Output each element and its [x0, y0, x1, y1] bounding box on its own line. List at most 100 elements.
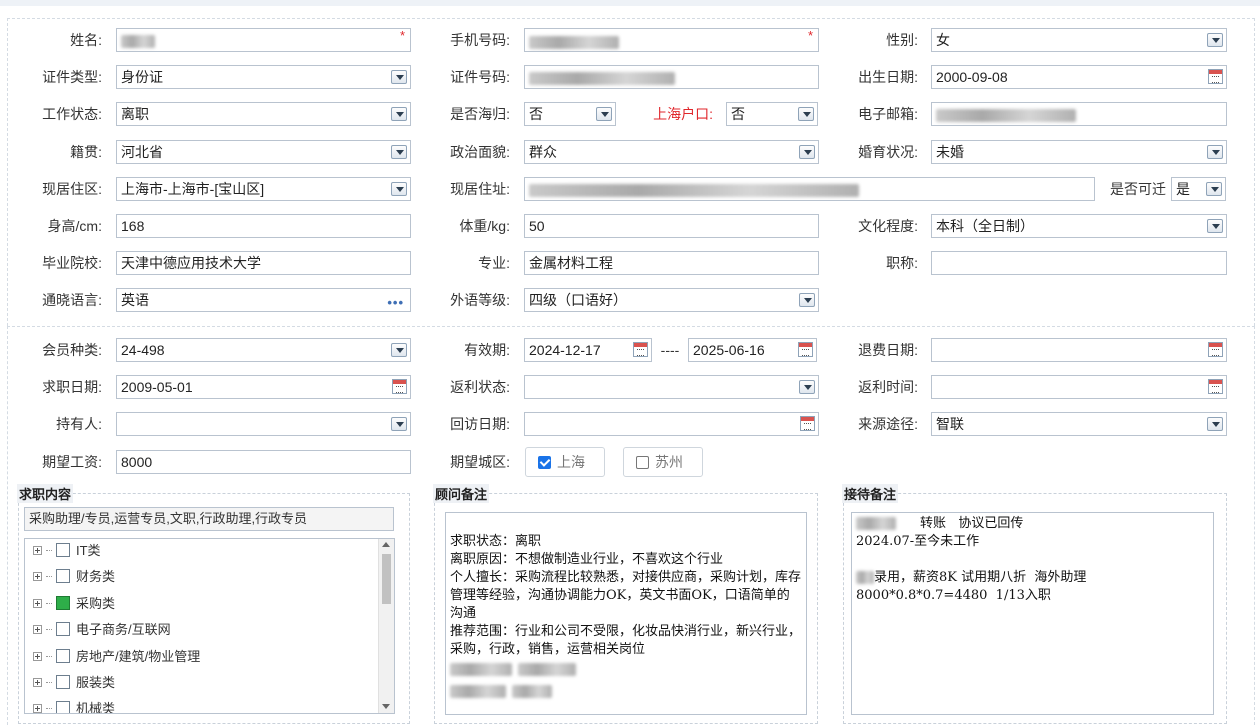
weight-input[interactable]: 50: [524, 214, 819, 238]
advisor-notes-textarea[interactable]: 求职状态：离职 离职原因：不想做制造业行业，不喜欢这个行业 个人擅长：采购流程比…: [445, 512, 807, 715]
chevron-down-icon[interactable]: [391, 145, 407, 159]
expand-icon[interactable]: [33, 625, 42, 634]
holder-select[interactable]: [116, 412, 411, 436]
chevron-down-icon[interactable]: [1207, 417, 1223, 431]
rebate-time-input[interactable]: [931, 375, 1227, 399]
calendar-icon[interactable]: [392, 379, 407, 394]
chevron-down-icon[interactable]: [391, 343, 407, 357]
city-option-shanghai[interactable]: 上海: [525, 447, 605, 477]
refund-date-input[interactable]: [931, 338, 1227, 362]
chevron-down-icon[interactable]: [1206, 182, 1222, 196]
id-number-input[interactable]: ████████████████: [524, 65, 819, 89]
native-place-select[interactable]: 河北省: [116, 140, 411, 164]
source-select[interactable]: 智联: [931, 412, 1227, 436]
expand-icon[interactable]: [33, 546, 42, 555]
scroll-up-icon[interactable]: [382, 542, 390, 547]
expand-icon[interactable]: [33, 652, 42, 661]
chevron-down-icon[interactable]: [391, 417, 407, 431]
name-input[interactable]: ██ *: [116, 28, 411, 52]
marital-select[interactable]: 未婚: [931, 140, 1227, 164]
political-label: 政治面貌:: [450, 144, 510, 160]
chevron-down-icon[interactable]: [798, 107, 814, 121]
tree-item-real-estate[interactable]: 房地产/建筑/物业管理: [33, 647, 200, 667]
checkbox-icon[interactable]: [56, 649, 70, 663]
work-status-select[interactable]: 离职: [116, 102, 411, 126]
school-input[interactable]: 天津中德应用技术大学: [116, 251, 411, 275]
expand-icon[interactable]: [33, 704, 42, 713]
birth-date-input[interactable]: 2000-09-08: [931, 65, 1227, 89]
calendar-icon[interactable]: [633, 342, 648, 357]
political-select[interactable]: 群众: [524, 140, 819, 164]
chevron-down-icon[interactable]: [391, 182, 407, 196]
relocatable-value: 是: [1176, 181, 1190, 197]
school-value: 天津中德应用技术大学: [121, 255, 261, 271]
rebate-status-select[interactable]: [524, 375, 819, 399]
gender-select[interactable]: 女: [931, 28, 1227, 52]
chevron-down-icon[interactable]: [799, 293, 815, 307]
tree-item-apparel[interactable]: 服装类: [33, 673, 115, 693]
calendar-icon[interactable]: [798, 342, 813, 357]
tree-item-purchasing[interactable]: 采购类: [33, 594, 115, 614]
major-input[interactable]: 金属材料工程: [524, 251, 819, 275]
checkbox-icon[interactable]: [56, 675, 70, 689]
checkbox-icon[interactable]: [56, 569, 70, 583]
chevron-down-icon[interactable]: [1207, 33, 1223, 47]
chevron-down-icon[interactable]: [1207, 219, 1223, 233]
height-input[interactable]: 168: [116, 214, 411, 238]
chevron-down-icon[interactable]: [1207, 145, 1223, 159]
reception-notes-textarea[interactable]: 转账 协议已回传 2024.07-至今未工作 录用，薪资8K 试用期八折 海外助理 8…: [851, 512, 1214, 715]
expand-icon[interactable]: [33, 572, 42, 581]
chevron-down-icon[interactable]: [799, 380, 815, 394]
valid-start-input[interactable]: 2024-12-17: [524, 338, 652, 362]
expand-icon[interactable]: [33, 678, 42, 687]
residence-address-input[interactable]: ████ ██████ ██████ ████: [524, 177, 1095, 201]
valid-end-input[interactable]: 2025-06-16: [688, 338, 817, 362]
chevron-down-icon[interactable]: [596, 107, 612, 121]
tree-item-finance[interactable]: 财务类: [33, 567, 115, 587]
id-type-select[interactable]: 身份证: [116, 65, 411, 89]
job-date-value: 2009-05-01: [121, 379, 193, 395]
city-option-suzhou[interactable]: 苏州: [623, 447, 703, 477]
languages-input[interactable]: 英语 •••: [116, 288, 411, 312]
id-number-value: ████████████████: [529, 71, 675, 85]
tree-scrollbar[interactable]: [378, 539, 394, 713]
job-category-tree[interactable]: IT类 财务类 采购类 电子商务/互联网 房地产/建筑/物业管理 服装类 机械类: [24, 538, 395, 714]
tree-item-machinery[interactable]: 机械类: [33, 699, 115, 713]
title-input[interactable]: [931, 251, 1227, 275]
relocatable-select[interactable]: 是: [1171, 177, 1226, 201]
residence-area-select[interactable]: 上海市-上海市-[宝山区]: [116, 177, 411, 201]
job-date-input[interactable]: 2009-05-01: [116, 375, 411, 399]
title-label: 职称:: [886, 255, 918, 271]
expand-icon[interactable]: [33, 599, 42, 608]
scroll-thumb[interactable]: [382, 554, 391, 604]
checkbox-checked-icon[interactable]: [538, 456, 551, 469]
member-type-select[interactable]: 24-498: [116, 338, 411, 362]
chevron-down-icon[interactable]: [391, 70, 407, 84]
calendar-icon[interactable]: [1208, 379, 1223, 394]
checkbox-icon[interactable]: [56, 622, 70, 636]
shanghai-hukou-select[interactable]: 否: [726, 102, 818, 126]
language-level-select[interactable]: 四级（口语好）: [524, 288, 819, 312]
scroll-down-icon[interactable]: [382, 704, 390, 709]
calendar-icon[interactable]: [1208, 69, 1223, 84]
refund-date-label: 退费日期:: [858, 342, 918, 358]
chevron-down-icon[interactable]: [799, 145, 815, 159]
tree-item-it[interactable]: IT类: [33, 541, 101, 561]
relocatable-label: 是否可迁: [1110, 181, 1166, 197]
calendar-icon[interactable]: [800, 416, 815, 431]
checkbox-icon[interactable]: [56, 543, 70, 557]
job-content-selected[interactable]: 采购助理/专员,运营专员,文职,行政助理,行政专员: [24, 507, 394, 531]
checkbox-icon[interactable]: [56, 701, 70, 713]
checkbox-partial-icon[interactable]: [56, 596, 70, 610]
education-select[interactable]: 本科（全日制）: [931, 214, 1227, 238]
mobile-input[interactable]: ███ ████ *: [524, 28, 819, 52]
email-input[interactable]: ████████@██████: [931, 102, 1227, 126]
tree-item-ecommerce[interactable]: 电子商务/互联网: [33, 620, 171, 640]
chevron-down-icon[interactable]: [391, 107, 407, 121]
checkbox-icon[interactable]: [636, 456, 649, 469]
more-icon[interactable]: •••: [387, 292, 404, 311]
returnee-select[interactable]: 否: [524, 102, 616, 126]
visit-date-input[interactable]: [524, 412, 819, 436]
calendar-icon[interactable]: [1208, 342, 1223, 357]
salary-input[interactable]: 8000: [116, 450, 411, 474]
